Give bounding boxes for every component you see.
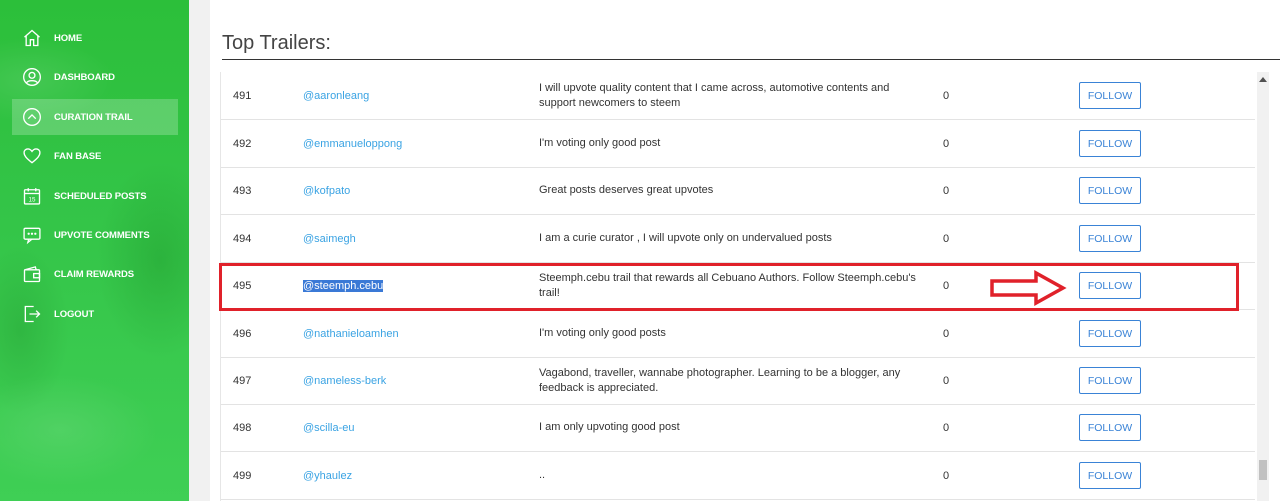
rank-cell: 494 bbox=[233, 232, 252, 245]
follow-cell: FOLLOW bbox=[1079, 310, 1141, 357]
follow-cell: FOLLOW bbox=[1079, 167, 1141, 214]
sidebar-item-label: HOME bbox=[54, 32, 83, 44]
follow-button[interactable]: FOLLOW bbox=[1079, 130, 1141, 157]
description-cell: I'm voting only good posts bbox=[539, 327, 666, 339]
sidebar-item-label: DASHBOARD bbox=[54, 71, 115, 83]
user-link[interactable]: @saimegh bbox=[303, 215, 356, 262]
sidebar-item-label: UPVOTE COMMENTS bbox=[54, 229, 150, 241]
follow-button[interactable]: FOLLOW bbox=[1079, 414, 1141, 441]
description-cell: I am only upvoting good post bbox=[539, 421, 680, 433]
follow-cell: FOLLOW bbox=[1079, 215, 1141, 262]
heart-icon bbox=[21, 145, 43, 167]
follow-button[interactable]: FOLLOW bbox=[1079, 177, 1141, 204]
comment-icon bbox=[21, 224, 43, 246]
user-link[interactable]: @nathanieloamhen bbox=[303, 310, 399, 357]
sidebar-item-logout[interactable]: LOGOUT bbox=[12, 296, 178, 332]
follow-button[interactable]: FOLLOW bbox=[1079, 82, 1141, 109]
user-link[interactable]: @scilla-eu bbox=[303, 404, 355, 451]
follow-button[interactable]: FOLLOW bbox=[1079, 462, 1141, 489]
sidebar: HOME DASHBOARD CURATION TRAIL FAN BASE 1… bbox=[0, 0, 189, 501]
follow-cell: FOLLOW bbox=[1079, 120, 1141, 167]
rank-cell: 492 bbox=[233, 137, 252, 150]
annotation-arrow-icon bbox=[990, 270, 1067, 306]
table-row: 497 @nameless-berk Vagabond, traveller, … bbox=[221, 357, 1255, 405]
annotation-highlight-box bbox=[219, 263, 1239, 311]
table-row: 493 @kofpato Great posts deserves great … bbox=[221, 167, 1255, 215]
count-cell: 0 bbox=[943, 374, 950, 387]
sidebar-item-upvote-comments[interactable]: UPVOTE COMMENTS bbox=[12, 217, 178, 253]
count-cell: 0 bbox=[943, 327, 950, 340]
table-row: 498 @scilla-eu I am only upvoting good p… bbox=[221, 404, 1255, 452]
sidebar-item-label: CURATION TRAIL bbox=[54, 111, 133, 123]
sidebar-item-claim-rewards[interactable]: CLAIM REWARDS bbox=[12, 256, 178, 292]
sidebar-item-curation-trail[interactable]: CURATION TRAIL bbox=[12, 99, 178, 135]
main-panel: Top Trailers: 491 @aaronleang I will upv… bbox=[210, 0, 1280, 501]
sidebar-item-scheduled-posts[interactable]: 15 SCHEDULED POSTS bbox=[12, 178, 178, 214]
svg-text:15: 15 bbox=[29, 196, 36, 203]
description-cell: Vagabond, traveller, wannabe photographe… bbox=[539, 366, 901, 394]
user-link[interactable]: @aaronleang bbox=[303, 72, 369, 119]
user-link[interactable]: @kofpato bbox=[303, 167, 350, 214]
description-cell: Great posts deserves great upvotes bbox=[539, 184, 714, 196]
rank-cell: 493 bbox=[233, 184, 252, 197]
follow-button[interactable]: FOLLOW bbox=[1079, 367, 1141, 394]
description-cell: I'm voting only good post bbox=[539, 137, 661, 149]
table-row: 499 @yhaulez .. 0 FOLLOW bbox=[221, 452, 1255, 500]
rank-cell: 499 bbox=[233, 469, 252, 482]
scroll-thumb[interactable] bbox=[1259, 460, 1267, 480]
description-cell: I will upvote quality content that I cam… bbox=[539, 81, 890, 109]
sidebar-item-home[interactable]: HOME bbox=[12, 20, 178, 56]
logout-icon bbox=[21, 303, 43, 325]
description-cell: I am a curie curator , I will upvote onl… bbox=[539, 232, 832, 244]
rank-cell: 497 bbox=[233, 374, 252, 387]
count-cell: 0 bbox=[943, 232, 950, 245]
follow-cell: FOLLOW bbox=[1079, 452, 1141, 499]
follow-cell: FOLLOW bbox=[1079, 357, 1141, 404]
user-icon bbox=[21, 66, 43, 88]
table-scrollbar[interactable] bbox=[1257, 72, 1269, 501]
rank-cell: 491 bbox=[233, 89, 252, 102]
follow-cell: FOLLOW bbox=[1079, 72, 1141, 119]
description-cell: .. bbox=[539, 469, 546, 481]
sidebar-item-dashboard[interactable]: DASHBOARD bbox=[12, 59, 178, 95]
user-link[interactable]: @emmanueloppong bbox=[303, 120, 402, 167]
title-divider bbox=[222, 59, 1280, 60]
rank-cell: 498 bbox=[233, 421, 252, 434]
count-cell: 0 bbox=[943, 137, 950, 150]
count-cell: 0 bbox=[943, 421, 950, 434]
follow-button[interactable]: FOLLOW bbox=[1079, 225, 1141, 252]
user-link[interactable]: @yhaulez bbox=[303, 452, 352, 499]
wallet-icon bbox=[21, 263, 43, 285]
user-link[interactable]: @nameless-berk bbox=[303, 357, 386, 404]
page-title: Top Trailers: bbox=[222, 32, 331, 54]
chevron-up-circle-icon bbox=[21, 106, 43, 128]
table-row: 492 @emmanueloppong I'm voting only good… bbox=[221, 120, 1255, 168]
scroll-up-icon[interactable] bbox=[1257, 72, 1269, 86]
table-row: 496 @nathanieloamhen I'm voting only goo… bbox=[221, 310, 1255, 358]
count-cell: 0 bbox=[943, 469, 950, 482]
follow-button[interactable]: FOLLOW bbox=[1079, 320, 1141, 347]
count-cell: 0 bbox=[943, 184, 950, 197]
sidebar-item-label: CLAIM REWARDS bbox=[54, 268, 134, 280]
home-icon bbox=[21, 27, 43, 49]
count-cell: 0 bbox=[943, 89, 950, 102]
sidebar-item-label: LOGOUT bbox=[54, 308, 95, 320]
rank-cell: 496 bbox=[233, 327, 252, 340]
sidebar-item-label: SCHEDULED POSTS bbox=[54, 190, 147, 202]
sidebar-item-label: FAN BASE bbox=[54, 150, 102, 162]
calendar-icon: 15 bbox=[21, 185, 43, 207]
table-row: 494 @saimegh I am a curie curator , I wi… bbox=[221, 215, 1255, 263]
sidebar-item-fan-base[interactable]: FAN BASE bbox=[12, 138, 178, 174]
table-row: 491 @aaronleang I will upvote quality co… bbox=[221, 72, 1255, 120]
follow-cell: FOLLOW bbox=[1079, 404, 1141, 451]
